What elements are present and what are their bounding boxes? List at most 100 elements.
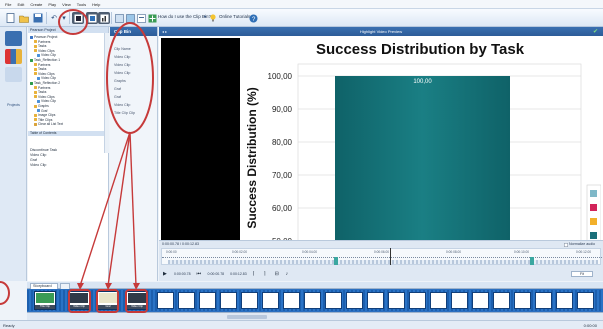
storyboard-clip[interactable]: Title Clip xyxy=(34,291,56,310)
timeline-marker[interactable] xyxy=(530,257,534,265)
film-icon[interactable] xyxy=(72,12,84,24)
tree-item[interactable]: Tasks xyxy=(34,44,46,48)
clip-bin-item[interactable]: Graf xyxy=(114,87,121,91)
video-clip-icon[interactable] xyxy=(86,12,98,24)
empty-clip-slot[interactable] xyxy=(367,292,384,309)
toc-item[interactable]: Video Clip xyxy=(30,163,46,167)
empty-clip-slot[interactable] xyxy=(325,292,342,309)
storyboard-clip[interactable]: Graf xyxy=(97,291,119,310)
tree-item[interactable]: Task_Reflection 1 xyxy=(30,58,60,62)
menu-edit[interactable]: Edit xyxy=(17,2,24,7)
zoom-select[interactable]: Fit xyxy=(571,271,593,277)
clip-bin-item[interactable]: Video Clip xyxy=(114,103,130,107)
empty-clip-slot[interactable] xyxy=(346,292,363,309)
tree-item[interactable]: Video Clips xyxy=(34,49,55,53)
chart-view-icon[interactable] xyxy=(5,49,22,64)
empty-clip-slot[interactable] xyxy=(262,292,279,309)
volume-icon[interactable]: ♪ xyxy=(286,271,291,277)
new-file-icon[interactable] xyxy=(4,12,16,24)
empty-clip-slot[interactable] xyxy=(388,292,405,309)
menu-create[interactable]: Create xyxy=(30,2,42,7)
tree-item[interactable]: Image Clips xyxy=(34,113,55,117)
empty-clip-slot[interactable] xyxy=(283,292,300,309)
tree-item[interactable]: Partners xyxy=(34,63,50,67)
check-icon[interactable]: ✔ xyxy=(593,28,598,35)
dropdown-arrow-icon[interactable]: ▾ xyxy=(204,14,206,20)
empty-clip-slot[interactable] xyxy=(241,292,258,309)
clip-bin-item[interactable]: Video Clip xyxy=(114,63,130,67)
clip-bin-item[interactable]: Video Clip xyxy=(114,71,130,75)
tree-node-icon xyxy=(34,118,37,122)
clip-bin-item[interactable]: Clip Name xyxy=(114,47,131,51)
tree-item[interactable]: Video Clip xyxy=(37,53,56,57)
tree-item[interactable]: Clear all List Text xyxy=(34,122,63,126)
empty-clip-slot[interactable] xyxy=(535,292,552,309)
tree-item[interactable]: Tasks xyxy=(34,90,46,94)
tree-item-label: Clear all List Text xyxy=(38,122,64,127)
project-view-icon[interactable] xyxy=(5,31,22,46)
toc-item[interactable]: Discontinue Task xyxy=(30,148,57,152)
empty-clip-slot[interactable] xyxy=(199,292,216,309)
help-icon[interactable]: ? xyxy=(247,12,259,24)
video-view-icon[interactable] xyxy=(5,67,22,82)
tree-item[interactable]: Video Clip xyxy=(37,76,56,80)
online-tutorials-link[interactable]: Online Tutorials xyxy=(219,14,250,19)
tree-item[interactable]: Graphs xyxy=(34,104,49,108)
tree-item[interactable]: Video Clips xyxy=(34,95,55,99)
empty-clip-slot[interactable] xyxy=(304,292,321,309)
clip-bin-item[interactable]: Video Clip xyxy=(114,55,130,59)
save-icon[interactable] xyxy=(32,12,44,24)
mark-out-icon[interactable]: ⌉ xyxy=(264,271,269,277)
storyboard-scroll-thumb[interactable] xyxy=(227,315,267,319)
tree-item[interactable]: Title Clips xyxy=(34,118,52,122)
tree-item[interactable]: Graf xyxy=(37,109,47,113)
timeline-ruler[interactable]: 0:00:00 0:00:02.00 0:00:04.00 0:00:06.00… xyxy=(161,248,602,265)
play-icon[interactable]: ▶ xyxy=(163,271,168,277)
empty-clip-slot[interactable] xyxy=(493,292,510,309)
tab-storyboard[interactable]: Storyboard xyxy=(30,283,58,289)
tree-item[interactable]: Partners xyxy=(34,86,50,90)
playhead[interactable] xyxy=(390,248,391,265)
mark-in-icon[interactable]: ⌈ xyxy=(253,271,258,277)
storyboard-scrollbar[interactable] xyxy=(27,312,603,320)
clip-bin-item[interactable]: Graf xyxy=(114,95,121,99)
tree-item[interactable]: Task_Reflection 2 xyxy=(30,81,60,85)
tree-item[interactable]: Tasks xyxy=(34,67,46,71)
menu-file[interactable]: File xyxy=(5,2,11,7)
graph-icon[interactable] xyxy=(98,12,110,24)
empty-clip-slot[interactable] xyxy=(556,292,573,309)
menu-help[interactable]: Help xyxy=(92,2,100,7)
step-icon[interactable]: ⏮ xyxy=(197,271,202,277)
add-clip-icon[interactable] xyxy=(146,12,158,24)
tab-timeline[interactable] xyxy=(60,283,70,289)
empty-clip-slot[interactable] xyxy=(409,292,426,309)
toc-item[interactable]: Video Clip xyxy=(30,153,46,157)
clip-bin-item[interactable]: Graphs xyxy=(114,79,126,83)
toc-item[interactable]: Graf xyxy=(30,158,37,162)
tree-item[interactable]: Video Clips xyxy=(34,72,55,76)
menu-play[interactable]: Play xyxy=(48,2,56,7)
open-folder-icon[interactable] xyxy=(18,12,30,24)
tree-item[interactable]: Video Clip xyxy=(37,99,56,103)
storyboard-clip[interactable]: Video Clip xyxy=(68,291,90,310)
split-icon[interactable]: ⊟ xyxy=(275,271,280,277)
menu-view[interactable]: View xyxy=(62,2,71,7)
project-tree-scrollbar[interactable] xyxy=(104,33,109,153)
empty-clip-slot[interactable] xyxy=(178,292,195,309)
empty-clip-slot[interactable] xyxy=(157,292,174,309)
normalize-audio-toggle[interactable]: Normalize audio xyxy=(564,241,595,248)
tree-item[interactable]: Partners xyxy=(34,40,50,44)
clip-bin-item[interactable]: Title Clip Clip xyxy=(114,111,135,115)
legend-swatch xyxy=(590,190,597,197)
empty-clip-slot[interactable] xyxy=(220,292,237,309)
menu-tools[interactable]: Tools xyxy=(77,2,86,7)
timeline-marker[interactable] xyxy=(334,257,338,265)
preview-titlebar: ◂ ▸ Highlight Video Preview ✔ xyxy=(159,27,603,36)
empty-clip-slot[interactable] xyxy=(472,292,489,309)
tree-item[interactable]: Pearson Project xyxy=(30,35,57,39)
empty-clip-slot[interactable] xyxy=(514,292,531,309)
storyboard-clip[interactable]: Video Clip xyxy=(126,291,148,310)
empty-clip-slot[interactable] xyxy=(577,292,594,309)
empty-clip-slot[interactable] xyxy=(451,292,468,309)
empty-clip-slot[interactable] xyxy=(430,292,447,309)
